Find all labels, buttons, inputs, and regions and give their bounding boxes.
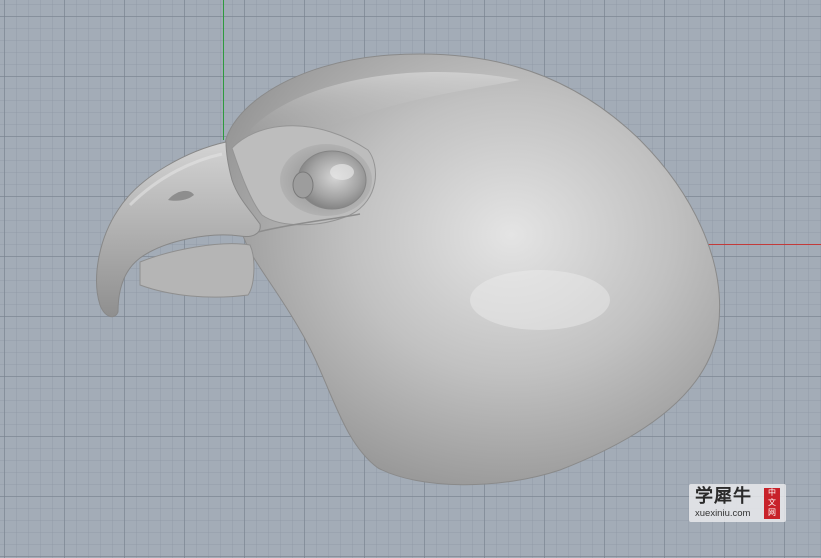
watermark-badge: 中文网	[764, 488, 780, 519]
eye-pupil	[292, 171, 314, 199]
site-watermark: 学犀牛 xuexiniu.com 中文网	[689, 484, 786, 522]
3d-viewport[interactable]: 学犀牛 xuexiniu.com 中文网	[0, 0, 821, 558]
cheek-highlight	[470, 270, 610, 330]
lower-mandible	[139, 243, 255, 298]
bird-head-model[interactable]	[0, 0, 821, 558]
watermark-url: xuexiniu.com	[695, 508, 751, 519]
watermark-title: 学犀牛	[695, 486, 752, 507]
eye-shine	[330, 164, 354, 180]
